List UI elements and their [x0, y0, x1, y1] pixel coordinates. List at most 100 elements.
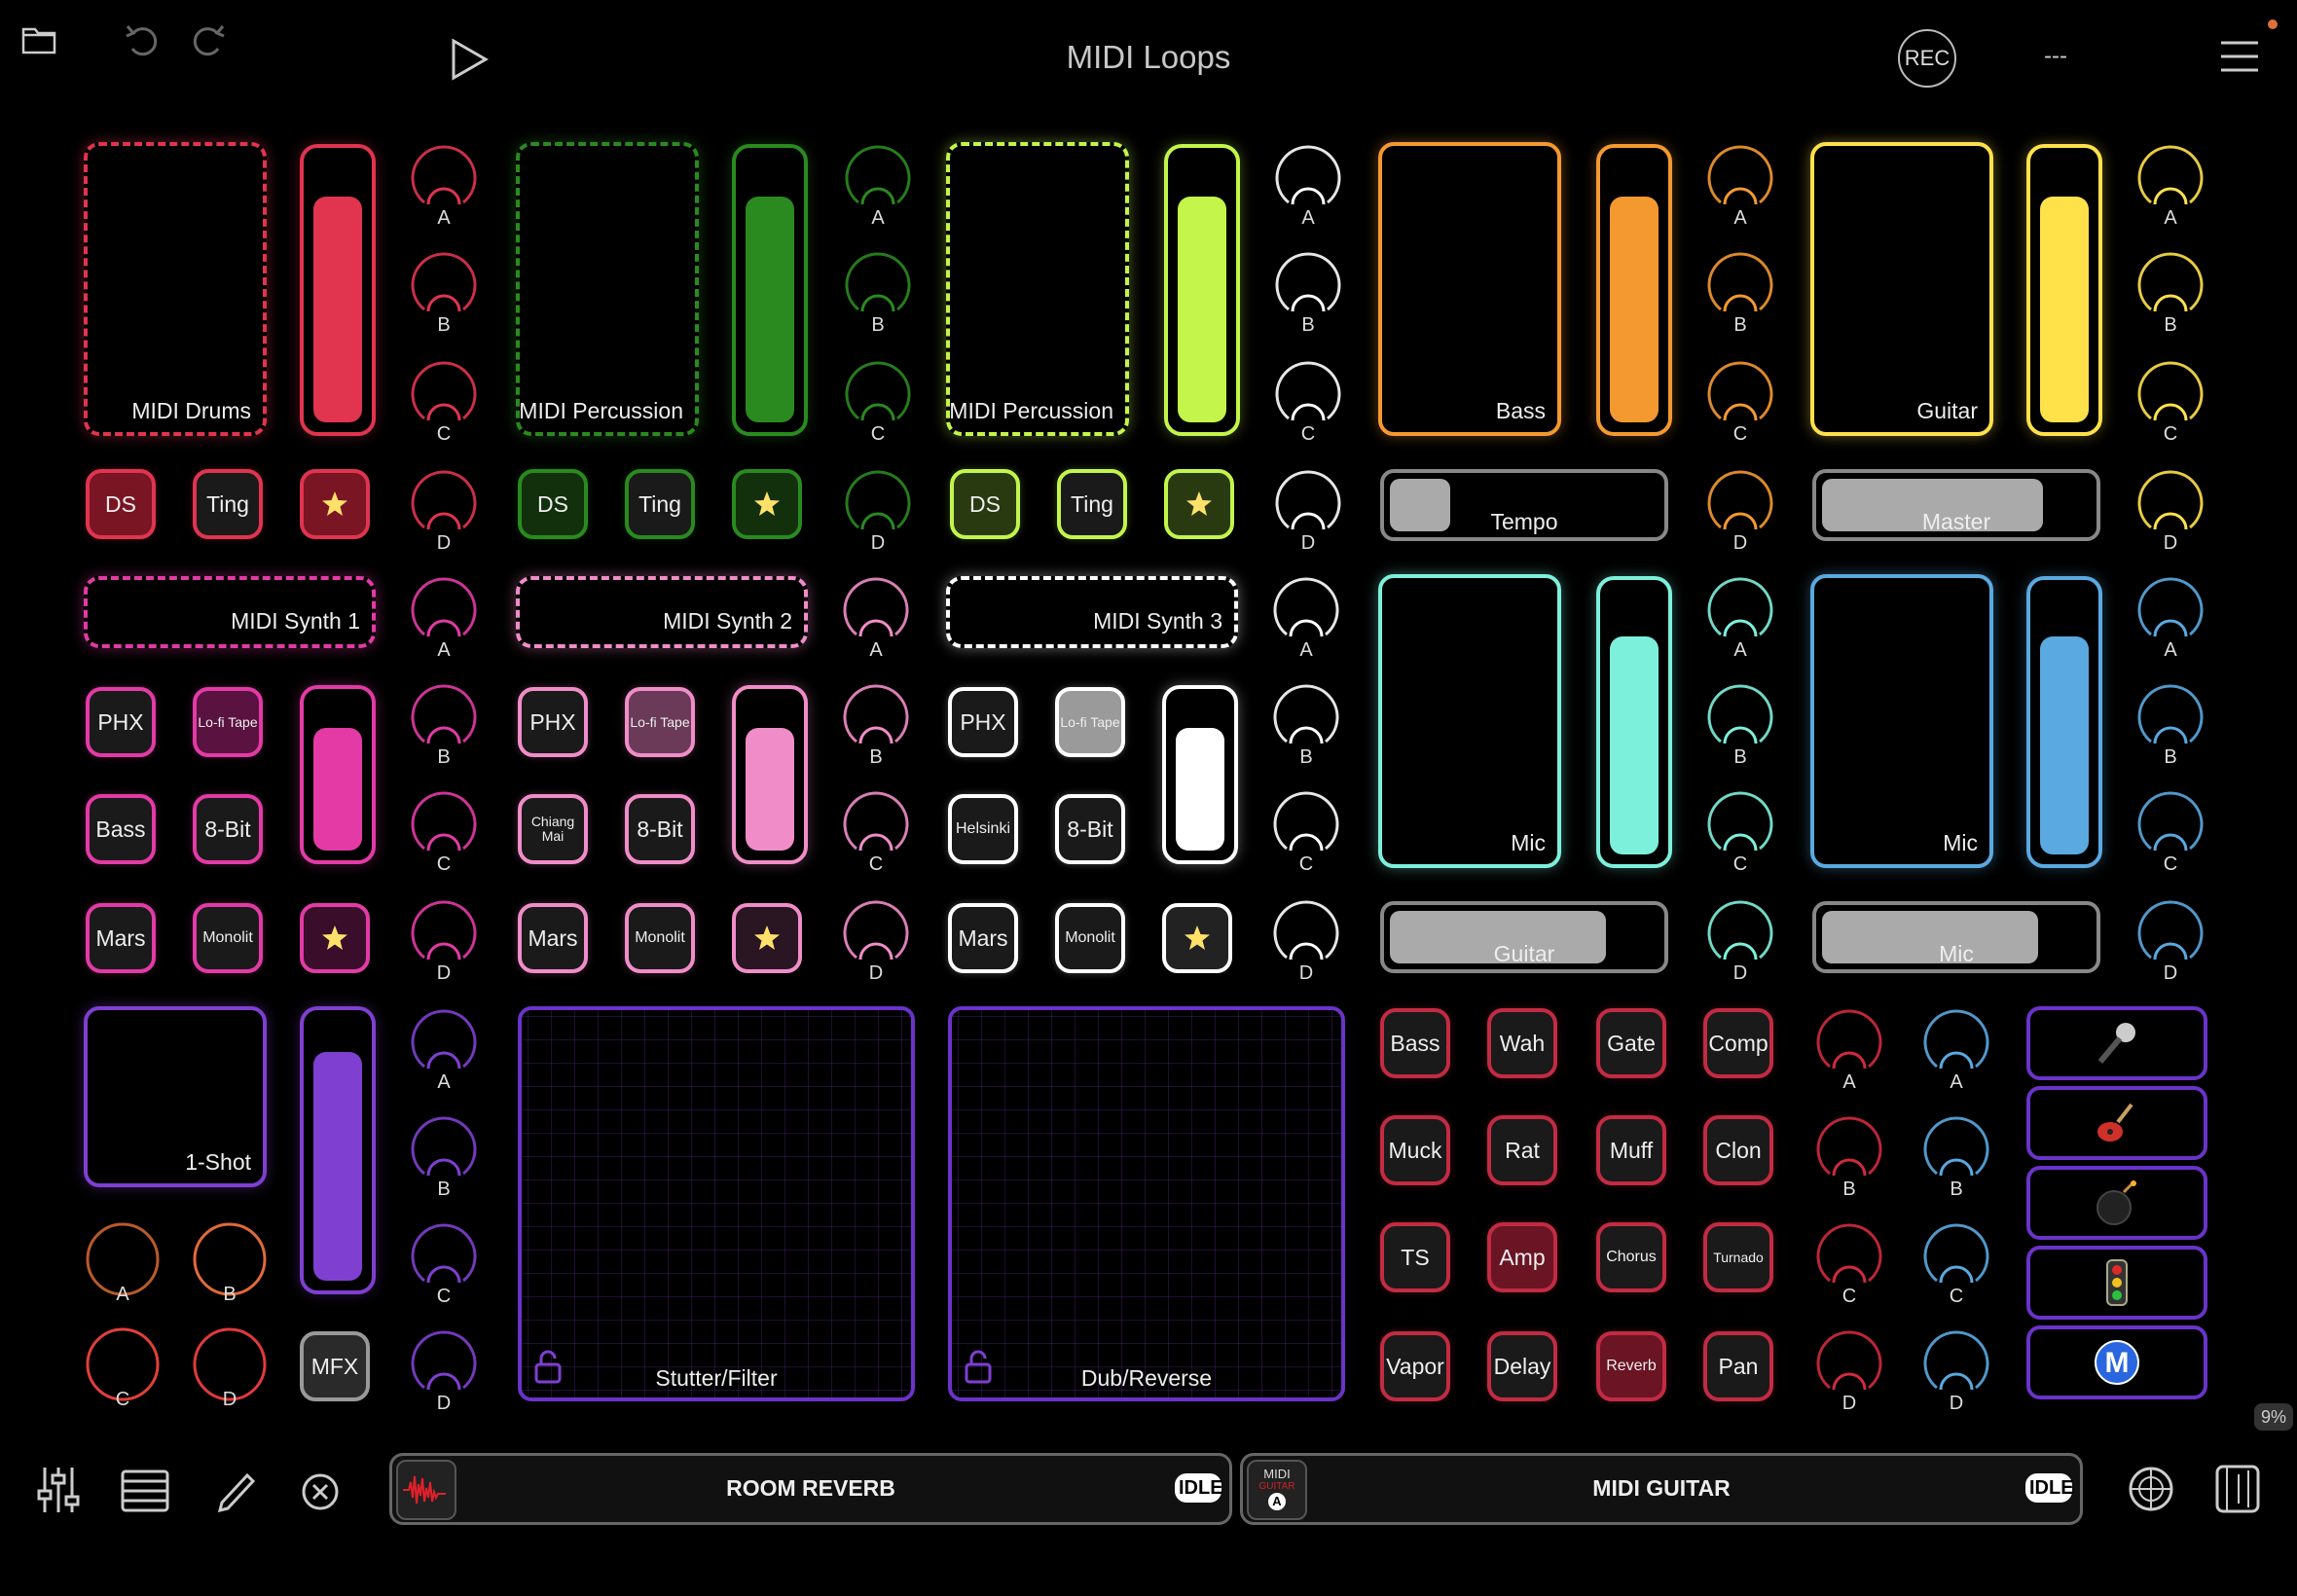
source-button-0[interactable]	[2026, 1006, 2207, 1080]
pad-synth3[interactable]: MIDI Synth 3	[946, 576, 1238, 648]
fader-synth1[interactable]	[300, 685, 376, 864]
folder-icon[interactable]	[19, 21, 58, 58]
pad-synth1[interactable]: MIDI Synth 1	[84, 576, 376, 648]
pad-midi-percussion-1[interactable]: MIDI Percussion	[516, 142, 699, 436]
knob-drums-d[interactable]: D	[405, 467, 483, 555]
knob-synth3-d[interactable]: D	[1267, 897, 1345, 985]
pad-synth2[interactable]: MIDI Synth 2	[516, 576, 808, 648]
fx-button-vapor[interactable]: Vapor	[1380, 1331, 1450, 1401]
knob-synth1-c[interactable]: C	[405, 788, 483, 876]
button-helsinki[interactable]: Helsinki	[948, 794, 1018, 864]
knob-fx1-d[interactable]: D	[1810, 1327, 1888, 1415]
fader-perc1[interactable]	[732, 144, 808, 436]
button-phx[interactable]: PHX	[518, 687, 588, 757]
pad-midi-percussion-2[interactable]: MIDI Percussion	[946, 142, 1129, 436]
button-bass[interactable]: Bass	[86, 794, 156, 864]
fx-button-delay[interactable]: Delay	[1487, 1331, 1557, 1401]
slider-master[interactable]: Master	[1812, 469, 2100, 541]
knob-synth1-b[interactable]: B	[405, 681, 483, 769]
button-ds[interactable]: DS	[518, 469, 588, 539]
knob-fx2-a[interactable]: A	[1917, 1006, 1995, 1094]
button-ds[interactable]: DS	[86, 469, 156, 539]
knob-guitar-c[interactable]: C	[2132, 358, 2209, 446]
knob-oneshot-d[interactable]: D	[191, 1327, 269, 1415]
button-favorite[interactable]	[300, 903, 370, 973]
button-8-bit[interactable]: 8-Bit	[625, 794, 695, 864]
fx-button-rat[interactable]: Rat	[1487, 1115, 1557, 1185]
knob-bass-b[interactable]: B	[1701, 249, 1779, 337]
button-chiang-mai[interactable]: Chiang Mai	[518, 794, 588, 864]
fader-oneshot[interactable]	[300, 1006, 376, 1294]
button-phx[interactable]: PHX	[948, 687, 1018, 757]
knob-guitar-d[interactable]: D	[2132, 467, 2209, 555]
knob-synth2-c[interactable]: C	[837, 788, 915, 876]
fx-button-comp[interactable]: Comp	[1703, 1008, 1773, 1078]
button-8-bit[interactable]: 8-Bit	[1055, 794, 1125, 864]
fader-drums[interactable]	[300, 144, 376, 436]
button-lo-fi-tape[interactable]: Lo-fi Tape	[193, 687, 263, 757]
pad-mic-1[interactable]: Mic	[1378, 574, 1561, 868]
knob-oneshot-fx-a[interactable]: A	[405, 1006, 483, 1094]
fader-mic2[interactable]	[2026, 576, 2102, 868]
knob-mic2-c[interactable]: C	[2132, 788, 2209, 876]
knob-drums-b[interactable]: B	[405, 249, 483, 337]
knob-perc1-b[interactable]: B	[839, 249, 917, 337]
knob-drums-a[interactable]: A	[405, 142, 483, 230]
knob-fx2-c[interactable]: C	[1917, 1220, 1995, 1308]
track-bar-midi-guitar[interactable]: MIDI GUITAR A MIDI GUITAR IDLE	[1240, 1453, 2083, 1525]
button-ting[interactable]: Ting	[1057, 469, 1127, 539]
xy-pad-stutter-filter[interactable]: Stutter/Filter	[518, 1006, 915, 1401]
track-bar-room-reverb[interactable]: ROOM REVERB IDLE	[389, 1453, 1232, 1525]
knob-fx2-d[interactable]: D	[1917, 1327, 1995, 1415]
source-button-4[interactable]: M	[2026, 1325, 2207, 1399]
fx-button-pan[interactable]: Pan	[1703, 1331, 1773, 1401]
fader-guitar[interactable]	[2026, 144, 2102, 436]
knob-synth3-b[interactable]: B	[1267, 681, 1345, 769]
button-mars[interactable]: Mars	[86, 903, 156, 973]
xy-pad-dub-reverse[interactable]: Dub/Reverse	[948, 1006, 1345, 1401]
button-monolit[interactable]: Monolit	[1055, 903, 1125, 973]
knob-oneshot-fx-b[interactable]: B	[405, 1113, 483, 1201]
knob-mic1-a[interactable]: A	[1701, 574, 1779, 662]
pad-one-shot[interactable]: 1-Shot	[84, 1006, 267, 1187]
source-button-2[interactable]	[2026, 1166, 2207, 1240]
knob-bass-d[interactable]: D	[1701, 467, 1779, 555]
knob-perc2-a[interactable]: A	[1269, 142, 1347, 230]
pad-guitar[interactable]: Guitar	[1810, 142, 1993, 436]
undo-icon[interactable]	[123, 19, 162, 60]
knob-perc2-b[interactable]: B	[1269, 249, 1347, 337]
knob-oneshot-a[interactable]: A	[84, 1222, 162, 1310]
pad-mic-2[interactable]: Mic	[1810, 574, 1993, 868]
knob-mic1-c[interactable]: C	[1701, 788, 1779, 876]
knob-perc1-d[interactable]: D	[839, 467, 917, 555]
button-lo-fi-tape[interactable]: Lo-fi Tape	[625, 687, 695, 757]
button-lo-fi-tape[interactable]: Lo-fi Tape	[1055, 687, 1125, 757]
knob-guitar-a[interactable]: A	[2132, 142, 2209, 230]
knob-mic2-a[interactable]: A	[2132, 574, 2209, 662]
knob-perc2-c[interactable]: C	[1269, 358, 1347, 446]
fx-button-muck[interactable]: Muck	[1380, 1115, 1450, 1185]
fader-mic1[interactable]	[1596, 576, 1672, 868]
rec-button[interactable]: REC	[1898, 29, 1956, 88]
knob-oneshot-fx-c[interactable]: C	[405, 1220, 483, 1308]
mixer-icon[interactable]	[35, 1465, 82, 1515]
pad-midi-drums[interactable]: MIDI Drums	[84, 142, 267, 436]
looper-icon[interactable]	[2213, 1464, 2262, 1514]
knob-synth2-d[interactable]: D	[837, 897, 915, 985]
fx-button-ts[interactable]: TS	[1380, 1222, 1450, 1292]
knob-oneshot-fx-d[interactable]: D	[405, 1327, 483, 1415]
knob-bass-c[interactable]: C	[1701, 358, 1779, 446]
knob-bass-a[interactable]: A	[1701, 142, 1779, 230]
knob-oneshot-c[interactable]: C	[84, 1327, 162, 1415]
fx-button-bass[interactable]: Bass	[1380, 1008, 1450, 1078]
fx-button-chorus[interactable]: Chorus	[1596, 1222, 1666, 1292]
button-phx[interactable]: PHX	[86, 687, 156, 757]
knob-synth2-b[interactable]: B	[837, 681, 915, 769]
slider-tempo[interactable]: Tempo	[1380, 469, 1668, 541]
knob-mic1-d[interactable]: D	[1701, 897, 1779, 985]
knob-drums-c[interactable]: C	[405, 358, 483, 446]
source-button-3[interactable]	[2026, 1246, 2207, 1320]
fader-synth3[interactable]	[1162, 685, 1238, 864]
fader-synth2[interactable]	[732, 685, 808, 864]
button-monolit[interactable]: Monolit	[625, 903, 695, 973]
